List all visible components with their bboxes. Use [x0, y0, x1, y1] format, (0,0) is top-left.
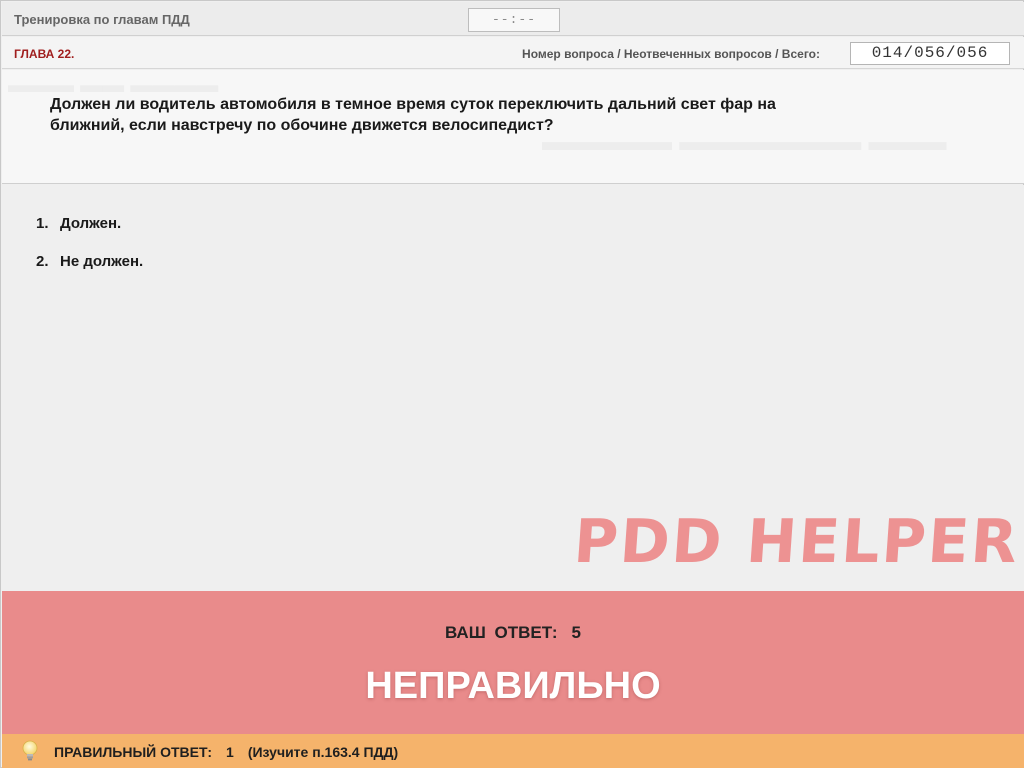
answer-text: Должен.: [60, 215, 122, 232]
answer-number: 1.: [36, 215, 49, 232]
chapter-label: ГЛАВА 22.: [14, 47, 75, 61]
watermark-logo: PDD HELPER: [571, 507, 1022, 577]
correct-answer-value: 1: [226, 744, 234, 760]
timer-display: --:--: [468, 8, 560, 32]
lightbulb-icon: [21, 740, 39, 762]
question-text: Должен ли водитель автомобиля в темное в…: [50, 96, 776, 134]
answer-text: Не должен.: [60, 253, 144, 270]
your-answer-line: ВАШ ОТВЕТ: 5: [2, 623, 1024, 643]
verdict-text: НЕПРАВИЛЬНО: [365, 665, 661, 707]
question-counter-label: Номер вопроса / Неотвеченных вопросов / …: [522, 47, 820, 61]
info-bar: ГЛАВА 22. Номер вопроса / Неотвеченных в…: [2, 37, 1024, 69]
correct-answer-text: ПРАВИЛЬНЫЙ ОТВЕТ: 1 (Изучите п.163.4 ПДД): [54, 744, 398, 760]
answer-option-1[interactable]: 1. Должен.: [36, 215, 121, 232]
app-window: Тренировка по главам ПДД --:-- ГЛАВА 22.…: [0, 0, 1024, 768]
mode-title: Тренировка по главам ПДД: [14, 12, 190, 27]
result-panel: ВАШ ОТВЕТ: 5 НЕПРАВИЛЬНО: [2, 591, 1024, 734]
rule-reference: (Изучите п.163.4 ПДД): [247, 744, 399, 760]
answer-number: 2.: [36, 253, 49, 270]
answers-panel: 1. Должен. 2. Не должен. PDD HELPER: [2, 185, 1024, 591]
your-answer-value: 5: [571, 623, 582, 642]
top-bar: Тренировка по главам ПДД --:--: [2, 2, 1024, 36]
answer-option-2[interactable]: 2. Не должен.: [36, 253, 143, 270]
correct-answer-label: ПРАВИЛЬНЫЙ ОТВЕТ:: [54, 744, 213, 760]
question-panel: ▬▬▬ ▬▬ ▬▬▬▬ ▬▬▬▬▬ ▬▬▬▬▬▬▬ ▬▬▬ Должен ли …: [2, 70, 1024, 184]
your-answer-label: ВАШ ОТВЕТ:: [444, 623, 558, 642]
question-counter: 014/056/056: [850, 42, 1010, 65]
correct-answer-bar: ПРАВИЛЬНЫЙ ОТВЕТ: 1 (Изучите п.163.4 ПДД): [2, 734, 1024, 768]
